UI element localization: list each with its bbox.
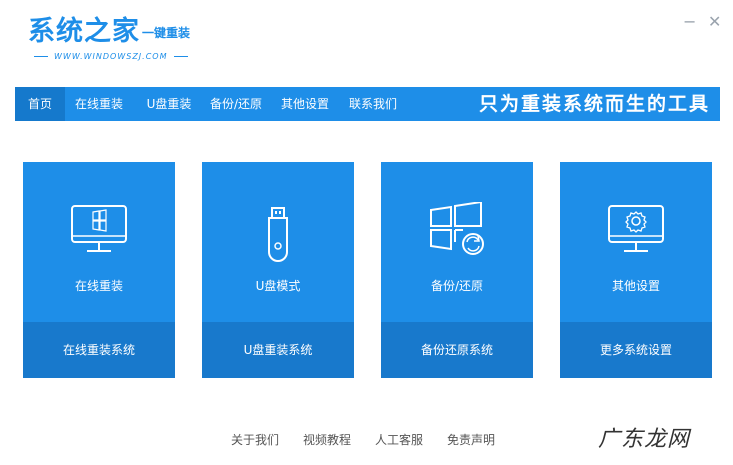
logo-title-row: 系统之家 一键重装 (28, 16, 190, 49)
nav-item-usb-reinstall[interactable]: U盘重装 (139, 87, 199, 121)
monitor-gear-icon (560, 202, 712, 262)
nav-item-backup-restore[interactable]: 备份/还原 (205, 87, 267, 121)
footer-link-disclaimer[interactable]: 免责声明 (447, 431, 495, 448)
logo-title: 系统之家 (28, 16, 140, 47)
close-icon: ✕ (708, 12, 722, 31)
card-action-bar[interactable]: U盘重装系统 (202, 322, 354, 378)
logo-dash-right (173, 56, 188, 57)
card-action-bar[interactable]: 在线重装系统 (23, 322, 175, 378)
card-other-settings[interactable]: 其他设置 更多系统设置 (560, 162, 712, 378)
card-backup-restore[interactable]: 备份/还原 备份还原系统 (381, 162, 533, 378)
card-usb-mode[interactable]: U盘模式 U盘重装系统 (202, 162, 354, 378)
footer-link-about-us[interactable]: 关于我们 (231, 431, 279, 448)
minimize-button[interactable]: − (683, 14, 696, 30)
minimize-icon: − (683, 12, 697, 31)
backup-restore-button[interactable]: 备份还原系统 (381, 322, 533, 378)
monitor-windows-icon (23, 202, 175, 262)
nav-item-contact-us[interactable]: 联系我们 (343, 87, 403, 121)
windows-refresh-icon (381, 202, 533, 262)
card-online-reinstall[interactable]: 在线重装 在线重装系统 (23, 162, 175, 378)
watermark: 广东龙网 (598, 427, 691, 452)
usb-reinstall-button[interactable]: U盘重装系统 (202, 322, 354, 378)
logo-url-row: WWW.WINDOWSZJ.COM (28, 52, 203, 61)
main-nav: 首页 在线重装 U盘重装 备份/还原 其他设置 联系我们 只为重装系统而生的工具 (15, 87, 720, 121)
card-action-bar[interactable]: 备份还原系统 (381, 322, 533, 378)
nav-item-online-reinstall[interactable]: 在线重装 (67, 87, 131, 121)
online-reinstall-button[interactable]: 在线重装系统 (23, 322, 175, 378)
logo-dash-left (34, 56, 48, 57)
card-action-bar[interactable]: 更多系统设置 (560, 322, 712, 378)
nav-item-home[interactable]: 首页 (15, 87, 65, 121)
card-label: 备份/还原 (430, 279, 484, 293)
logo-subtitle: 一键重装 (142, 25, 191, 40)
card-label: 其他设置 (611, 279, 660, 293)
logo-url: WWW.WINDOWSZJ.COM (54, 52, 168, 61)
nav-item-other-settings[interactable]: 其他设置 (275, 87, 335, 121)
more-settings-button[interactable]: 更多系统设置 (560, 322, 712, 378)
app-logo: 系统之家 一键重装 WWW.WINDOWSZJ.COM (28, 16, 190, 61)
card-label: 在线重装 (74, 279, 123, 293)
card-label: U盘模式 (255, 279, 301, 293)
footer-link-customer-service[interactable]: 人工客服 (375, 431, 423, 448)
nav-slogan: 只为重装系统而生的工具 (478, 93, 710, 115)
footer-link-video-tutorials[interactable]: 视频教程 (303, 431, 351, 448)
usb-drive-icon (202, 206, 354, 266)
close-button[interactable]: ✕ (708, 14, 721, 30)
